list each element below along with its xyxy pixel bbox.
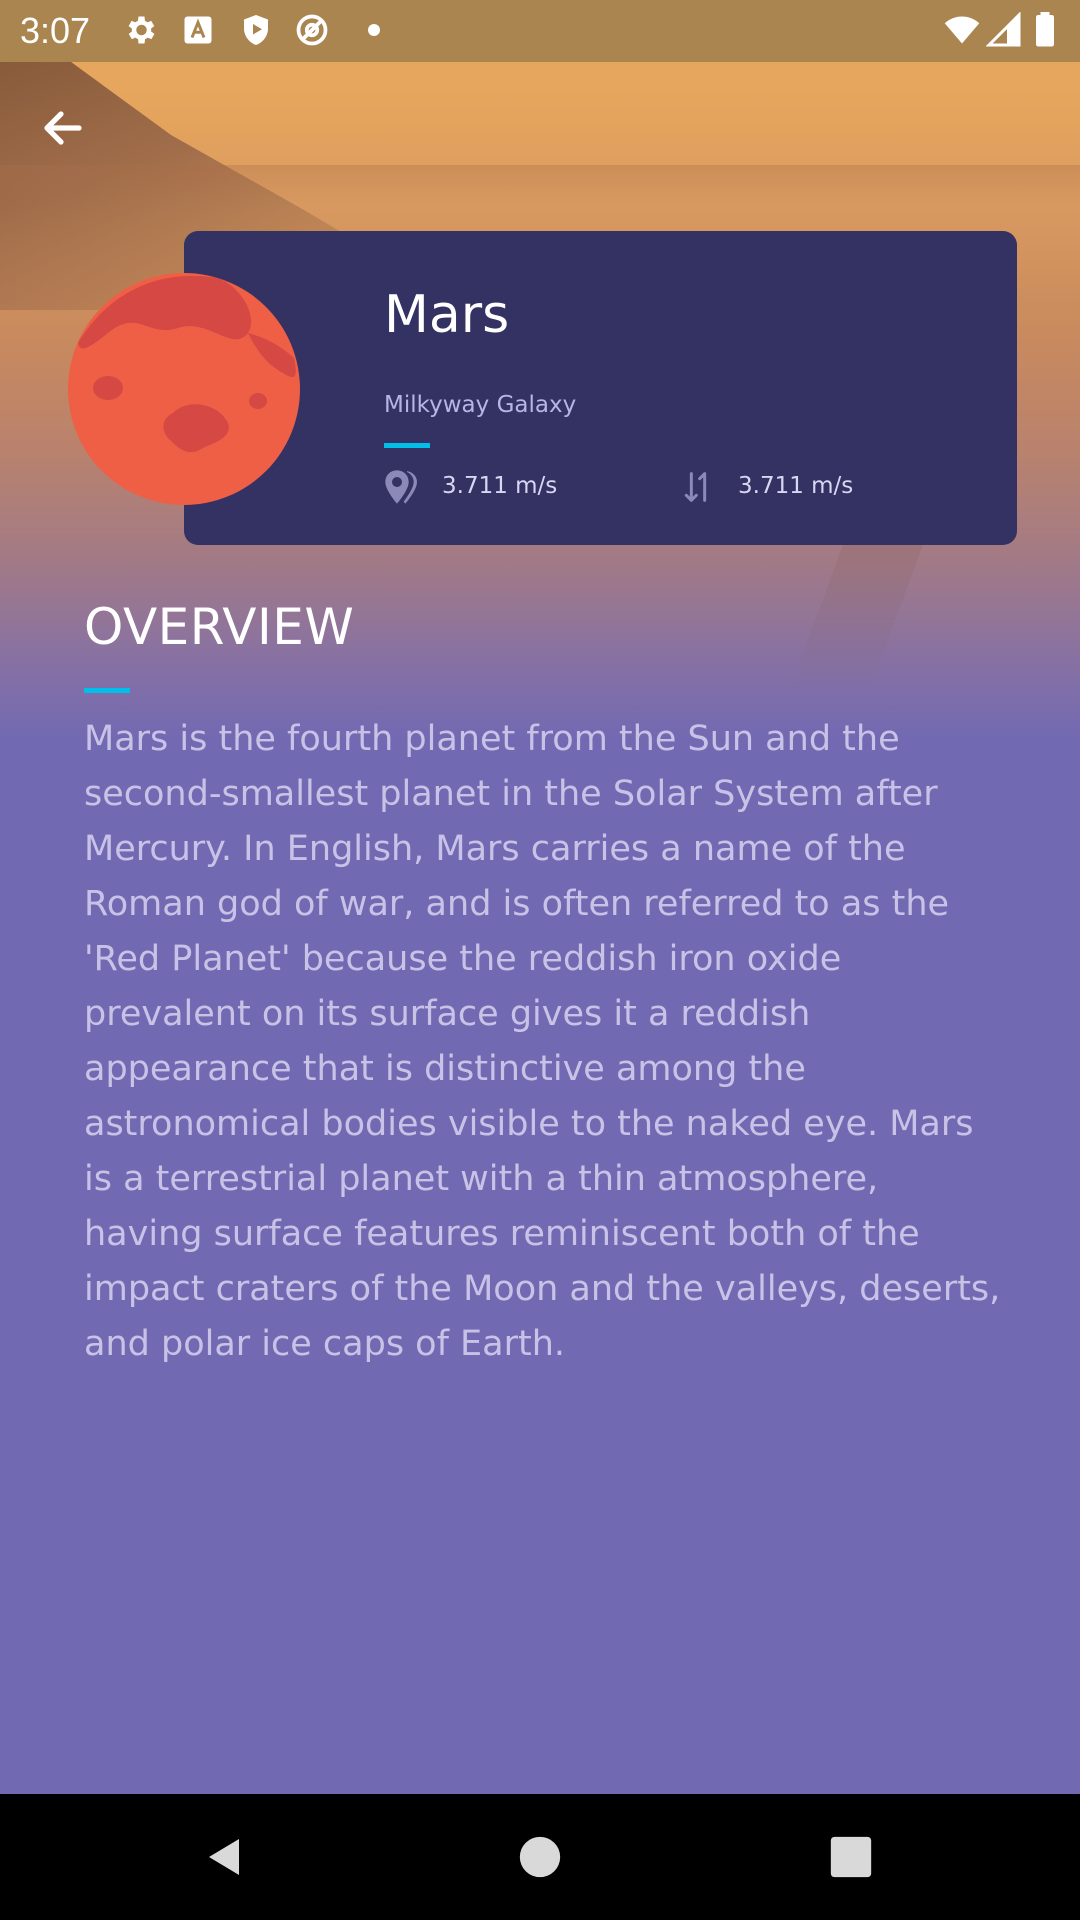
overview-accent-line [84,688,130,693]
planet-info-card [184,231,1017,545]
arrow-left-icon [44,111,82,145]
a-text-icon [184,16,212,44]
galaxy-label: Milkyway Galaxy [384,392,577,418]
overview-title: OVERVIEW [84,598,355,656]
back-triangle-icon [209,1839,239,1875]
back-button[interactable] [30,95,96,161]
nav-home-button[interactable] [507,1824,573,1890]
dot-icon [368,24,380,36]
mars-planet-icon [68,273,300,505]
nav-recents-button[interactable] [818,1824,884,1890]
map-pin-icon [385,470,417,504]
at-sign-icon [296,14,328,46]
gear-icon [128,16,155,44]
horizon-ridge [0,165,1080,205]
battery-icon [1036,12,1054,47]
status-time: 3:07 [20,10,91,51]
planet-name: Mars [384,285,510,345]
stat-value-1: 3.711 m/s [442,473,558,499]
recents-square-icon [830,1836,872,1878]
stat-value-2: 3.711 m/s [738,473,854,499]
overview-body: Mars is the fourth planet from the Sun a… [84,719,1001,1364]
home-circle-icon [519,1836,561,1878]
navigation-bar [0,1794,1080,1920]
status-bar: 3:07 [0,0,1080,62]
screen: 3:07 Mars Milkyway Galaxy 3.711 m/s 3.71… [0,0,1080,1920]
signal-icon [986,12,1021,47]
shield-play-icon [244,15,268,45]
nav-back-button[interactable] [192,1824,258,1890]
gravity-arrows-icon [684,472,707,502]
card-accent-line [384,443,430,448]
wifi-icon [944,16,980,44]
